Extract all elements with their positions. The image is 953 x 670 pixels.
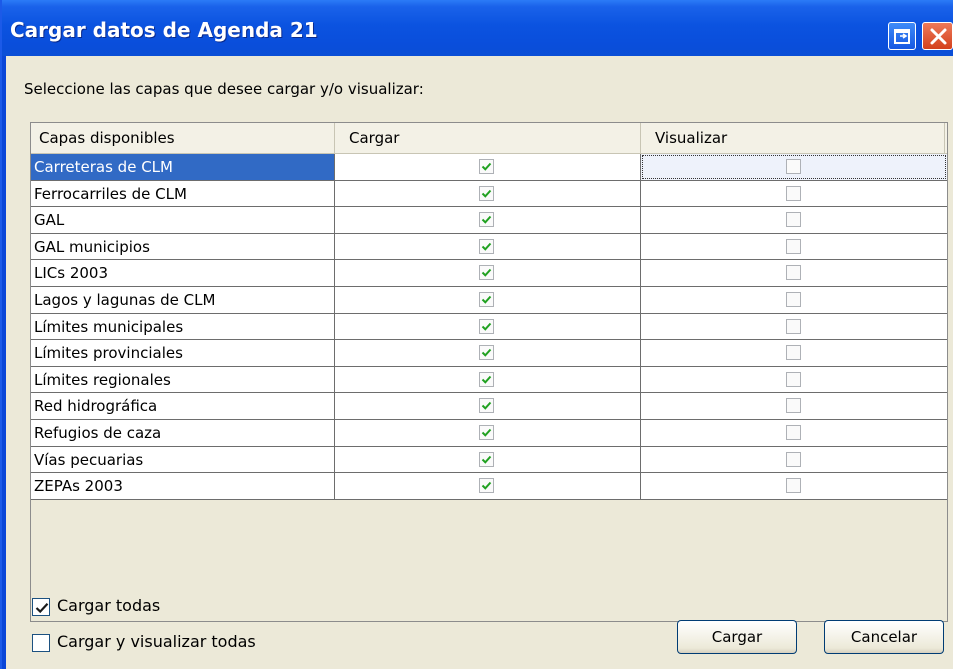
visualizar-cell	[641, 473, 947, 499]
cargar-button[interactable]: Cargar	[677, 620, 797, 654]
close-button[interactable]	[922, 22, 953, 50]
visualizar-checkbox[interactable]	[786, 478, 801, 494]
restore-icon	[894, 29, 910, 44]
visualizar-checkbox[interactable]	[786, 345, 801, 361]
cargar-checkbox[interactable]	[479, 424, 494, 440]
visualizar-checkbox[interactable]	[786, 371, 801, 387]
visualizar-cell	[641, 393, 947, 419]
layer-name[interactable]: Carreteras de CLM	[31, 154, 335, 180]
column-header-cargar[interactable]: Cargar	[335, 123, 641, 153]
visualizar-cell	[641, 314, 947, 340]
visualizar-checkbox[interactable]	[786, 318, 801, 334]
cargar-checkbox[interactable]	[479, 212, 494, 228]
table-row[interactable]: Refugios de caza	[31, 419, 947, 447]
visualizar-cell	[641, 234, 947, 260]
cargar-checkbox[interactable]	[479, 265, 494, 281]
table-row[interactable]: Lagos y lagunas de CLM	[31, 286, 947, 314]
cargar-visualizar-todas-label: Cargar y visualizar todas	[57, 632, 256, 651]
cargar-cell	[335, 286, 641, 313]
cargar-cell	[335, 393, 641, 419]
cargar-checkbox[interactable]	[479, 398, 494, 414]
table-row[interactable]: Red hidrográfica	[31, 393, 947, 420]
table-row[interactable]: ZEPAs 2003	[31, 473, 947, 500]
cargar-checkbox[interactable]	[479, 345, 494, 361]
cargar-cell	[335, 313, 641, 340]
visualizar-checkbox[interactable]	[786, 265, 801, 281]
layer-name[interactable]: Límites municipales	[31, 313, 335, 340]
cargar-cell	[335, 340, 641, 366]
cargar-checkbox[interactable]	[479, 238, 494, 254]
column-header-capas[interactable]: Capas disponibles	[31, 123, 335, 153]
layer-name[interactable]: Lagos y lagunas de CLM	[31, 286, 335, 313]
layer-name[interactable]: Límites regionales	[31, 366, 335, 393]
visualizar-checkbox[interactable]	[786, 451, 801, 467]
table-row[interactable]: Vías pecuarias	[31, 446, 947, 474]
visualizar-checkbox[interactable]	[786, 159, 801, 174]
visualizar-cell	[641, 287, 947, 313]
table-row[interactable]: GAL	[31, 207, 947, 234]
layer-name[interactable]: LICs 2003	[31, 260, 335, 286]
visualizar-checkbox[interactable]	[786, 212, 801, 228]
restore-button[interactable]	[888, 22, 916, 50]
table-row[interactable]: Límites municipales	[31, 313, 947, 341]
cargar-visualizar-todas-checkbox[interactable]	[32, 634, 50, 652]
table-header: Capas disponibles Cargar Visualizar	[31, 123, 947, 154]
layer-name[interactable]: GAL municipios	[31, 233, 335, 260]
cargar-cell	[335, 419, 641, 446]
cargar-todas-checkbox[interactable]	[32, 598, 50, 616]
dialog-body: Seleccione las capas que desee cargar y/…	[6, 56, 953, 669]
visualizar-cell	[641, 447, 947, 473]
cargar-checkbox[interactable]	[479, 371, 494, 387]
window-title: Cargar datos de Agenda 21	[10, 18, 318, 42]
layer-name[interactable]: GAL	[31, 207, 335, 233]
visualizar-cell	[641, 207, 947, 233]
layers-table: Capas disponibles Cargar Visualizar Carr…	[30, 122, 948, 622]
visualizar-checkbox[interactable]	[786, 424, 801, 440]
visualizar-cell	[641, 154, 947, 180]
layer-name[interactable]: ZEPAs 2003	[31, 473, 335, 499]
visualizar-cell	[641, 181, 947, 207]
cargar-checkbox[interactable]	[479, 451, 494, 467]
instruction-text: Seleccione las capas que desee cargar y/…	[24, 80, 424, 98]
layer-name[interactable]: Límites provinciales	[31, 340, 335, 366]
visualizar-cell	[641, 367, 947, 393]
visualizar-checkbox[interactable]	[786, 185, 801, 201]
column-header-visualizar[interactable]: Visualizar	[641, 123, 945, 153]
cargar-cell	[335, 446, 641, 473]
cargar-cell	[335, 207, 641, 233]
table-row[interactable]: Límites provinciales	[31, 340, 947, 367]
cargar-cell	[335, 366, 641, 393]
cargar-cell	[335, 233, 641, 260]
cargar-cell	[335, 260, 641, 286]
cargar-checkbox[interactable]	[479, 318, 494, 334]
visualizar-cell	[641, 260, 947, 286]
table-row[interactable]: Carreteras de CLM	[31, 154, 947, 181]
cargar-checkbox[interactable]	[479, 478, 494, 494]
table-body: Carreteras de CLM Ferrocarriles de CLM GAL…	[31, 154, 947, 500]
layer-name[interactable]: Vías pecuarias	[31, 446, 335, 473]
cargar-todas-label: Cargar todas	[57, 596, 161, 615]
layer-name[interactable]: Ferrocarriles de CLM	[31, 180, 335, 207]
visualizar-checkbox[interactable]	[786, 398, 801, 414]
cargar-cell	[335, 180, 641, 207]
table-row[interactable]: LICs 2003	[31, 260, 947, 287]
visualizar-cell	[641, 420, 947, 446]
close-icon	[930, 28, 947, 45]
cancelar-button[interactable]: Cancelar	[824, 620, 944, 654]
cargar-checkbox[interactable]	[479, 185, 494, 201]
cargar-checkbox[interactable]	[479, 291, 494, 307]
visualizar-checkbox[interactable]	[786, 291, 801, 307]
visualizar-checkbox[interactable]	[786, 238, 801, 254]
table-row[interactable]: GAL municipios	[31, 233, 947, 261]
cargar-cell	[335, 154, 641, 180]
dialog-window: Cargar datos de Agenda 21 Seleccione las…	[0, 0, 953, 669]
cargar-cell	[335, 473, 641, 499]
layer-name[interactable]: Refugios de caza	[31, 419, 335, 446]
layer-name[interactable]: Red hidrográfica	[31, 393, 335, 419]
cargar-checkbox[interactable]	[479, 159, 494, 174]
visualizar-cell	[641, 340, 947, 366]
title-bar[interactable]: Cargar datos de Agenda 21	[2, 0, 953, 56]
table-row[interactable]: Límites regionales	[31, 366, 947, 394]
table-row[interactable]: Ferrocarriles de CLM	[31, 180, 947, 208]
